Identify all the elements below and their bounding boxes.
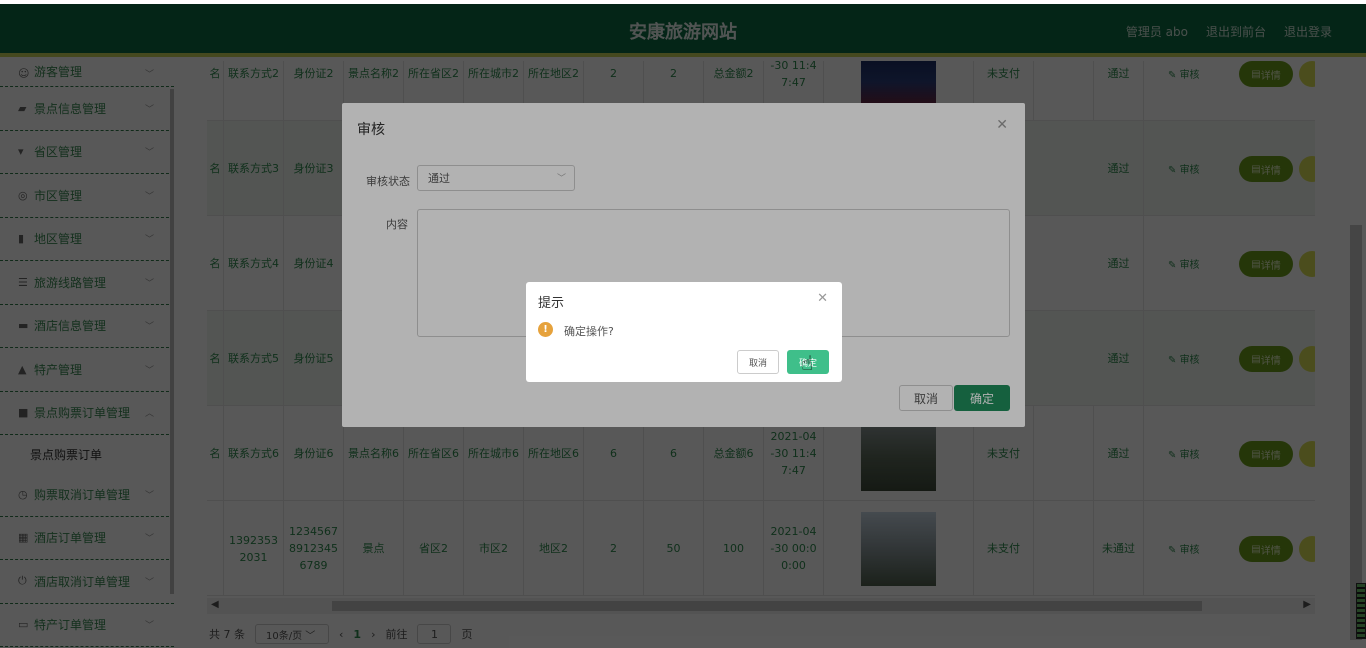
message-text: 确定操作? bbox=[564, 325, 614, 338]
hand-cursor-icon: ☝ bbox=[801, 351, 814, 375]
confirm-message-box: 提示 ✕ ! 确定操作? 取消 确定 bbox=[526, 282, 842, 382]
close-icon[interactable]: ✕ bbox=[817, 291, 828, 306]
warning-icon: ! bbox=[538, 322, 553, 337]
message-box-title: 提示 bbox=[538, 296, 565, 311]
message-cancel-button[interactable]: 取消 bbox=[737, 350, 779, 374]
